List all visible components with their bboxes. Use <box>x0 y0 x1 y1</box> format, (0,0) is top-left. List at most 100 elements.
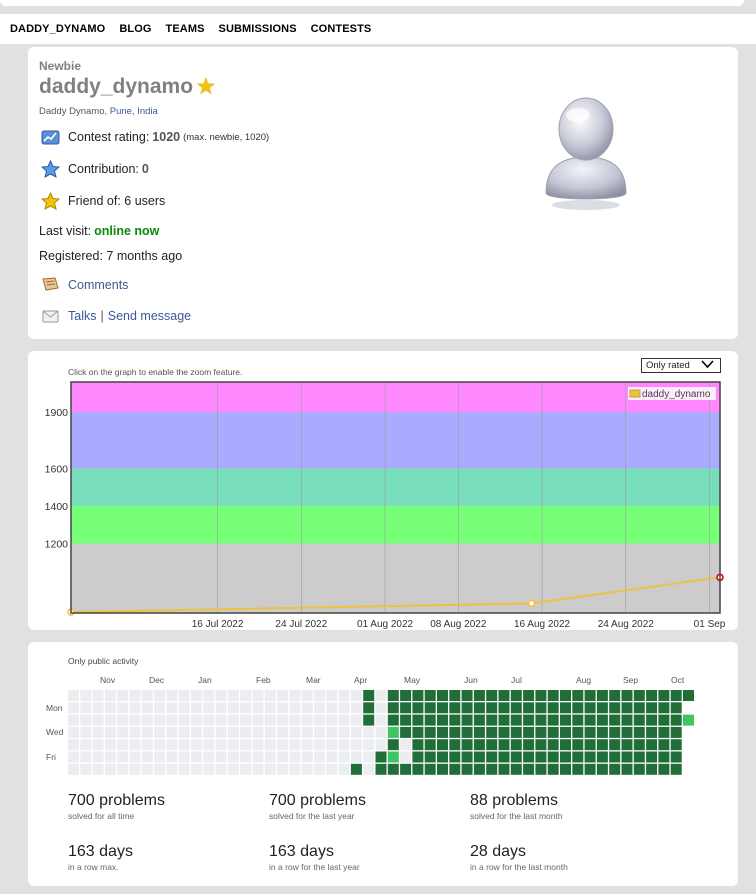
activity-cell[interactable] <box>523 751 535 763</box>
activity-cell[interactable] <box>486 739 498 751</box>
activity-cell[interactable] <box>609 690 621 701</box>
activity-cell[interactable] <box>191 726 202 738</box>
activity-cell[interactable] <box>412 702 424 714</box>
activity-cell[interactable] <box>584 751 596 763</box>
activity-cell[interactable] <box>80 690 92 701</box>
activity-cell[interactable] <box>572 751 584 763</box>
activity-cell[interactable] <box>461 751 473 763</box>
activity-cell[interactable] <box>363 739 375 751</box>
activity-cell[interactable] <box>92 763 104 775</box>
activity-cell[interactable] <box>326 714 338 726</box>
activity-cell[interactable] <box>350 751 362 763</box>
activity-cell[interactable] <box>412 763 424 775</box>
activity-cell[interactable] <box>510 690 522 701</box>
activity-cell[interactable] <box>215 714 227 726</box>
activity-cell[interactable] <box>547 702 559 714</box>
activity-cell[interactable] <box>264 714 276 726</box>
activity-cell[interactable] <box>535 690 547 701</box>
activity-cell[interactable] <box>560 714 571 726</box>
activity-cell[interactable] <box>215 702 227 714</box>
activity-cell[interactable] <box>338 690 350 701</box>
activity-cell[interactable] <box>363 714 375 726</box>
activity-cell[interactable] <box>191 702 202 714</box>
activity-cell[interactable] <box>461 690 473 701</box>
activity-cell[interactable] <box>68 690 79 701</box>
activity-cell[interactable] <box>437 763 448 775</box>
activity-cell[interactable] <box>437 726 448 738</box>
activity-cell[interactable] <box>141 751 153 763</box>
activity-cell[interactable] <box>178 751 190 763</box>
activity-cell[interactable] <box>584 702 596 714</box>
activity-cell[interactable] <box>584 763 596 775</box>
activity-cell[interactable] <box>314 763 325 775</box>
activity-cell[interactable] <box>449 739 461 751</box>
activity-cell[interactable] <box>670 739 682 751</box>
activity-cell[interactable] <box>80 702 92 714</box>
activity-cell[interactable] <box>683 690 694 701</box>
activity-cell[interactable] <box>215 739 227 751</box>
activity-cell[interactable] <box>252 739 264 751</box>
activity-cell[interactable] <box>289 726 301 738</box>
activity-cell[interactable] <box>535 763 547 775</box>
activity-cell[interactable] <box>227 714 239 726</box>
activity-cell[interactable] <box>375 702 387 714</box>
activity-cell[interactable] <box>412 690 424 701</box>
activity-cell[interactable] <box>166 702 178 714</box>
nav-submissions[interactable]: SUBMISSIONS <box>219 23 297 35</box>
activity-cell[interactable] <box>154 702 166 714</box>
activity-cell[interactable] <box>621 702 633 714</box>
activity-cell[interactable] <box>104 751 116 763</box>
activity-cell[interactable] <box>92 714 104 726</box>
activity-cell[interactable] <box>437 739 448 751</box>
activity-cell[interactable] <box>252 726 264 738</box>
activity-cell[interactable] <box>461 726 473 738</box>
activity-cell[interactable] <box>584 739 596 751</box>
activity-cell[interactable] <box>510 702 522 714</box>
activity-cell[interactable] <box>264 763 276 775</box>
activity-cell[interactable] <box>449 690 461 701</box>
activity-cell[interactable] <box>104 690 116 701</box>
activity-cell[interactable] <box>596 739 608 751</box>
activity-cell[interactable] <box>646 702 658 714</box>
activity-cell[interactable] <box>277 726 289 738</box>
activity-cell[interactable] <box>326 751 338 763</box>
activity-cell[interactable] <box>523 726 535 738</box>
activity-cell[interactable] <box>240 702 252 714</box>
activity-cell[interactable] <box>301 702 313 714</box>
activity-cell[interactable] <box>621 751 633 763</box>
activity-cell[interactable] <box>178 702 190 714</box>
activity-cell[interactable] <box>240 690 252 701</box>
activity-cell[interactable] <box>633 702 645 714</box>
activity-cell[interactable] <box>609 739 621 751</box>
activity-cell[interactable] <box>178 739 190 751</box>
activity-cell[interactable] <box>473 714 485 726</box>
activity-cell[interactable] <box>486 714 498 726</box>
activity-cell[interactable] <box>68 714 79 726</box>
activity-cell[interactable] <box>80 726 92 738</box>
activity-cell[interactable] <box>609 763 621 775</box>
activity-cell[interactable] <box>314 702 325 714</box>
activity-cell[interactable] <box>523 714 535 726</box>
rating-point[interactable] <box>527 599 536 608</box>
activity-cell[interactable] <box>633 751 645 763</box>
activity-cell[interactable] <box>424 763 436 775</box>
activity-cell[interactable] <box>154 726 166 738</box>
activity-cell[interactable] <box>400 714 412 726</box>
activity-cell[interactable] <box>535 702 547 714</box>
activity-cell[interactable] <box>633 690 645 701</box>
activity-cell[interactable] <box>92 702 104 714</box>
nav-blog[interactable]: BLOG <box>119 23 151 35</box>
activity-cell[interactable] <box>473 751 485 763</box>
activity-cell[interactable] <box>375 714 387 726</box>
activity-cell[interactable] <box>424 690 436 701</box>
activity-cell[interactable] <box>141 702 153 714</box>
activity-cell[interactable] <box>363 751 375 763</box>
activity-cell[interactable] <box>547 690 559 701</box>
activity-cell[interactable] <box>596 763 608 775</box>
activity-cell[interactable] <box>166 726 178 738</box>
activity-cell[interactable] <box>437 702 448 714</box>
activity-cell[interactable] <box>633 714 645 726</box>
activity-cell[interactable] <box>117 726 129 738</box>
activity-cell[interactable] <box>646 739 658 751</box>
activity-cell[interactable] <box>375 739 387 751</box>
